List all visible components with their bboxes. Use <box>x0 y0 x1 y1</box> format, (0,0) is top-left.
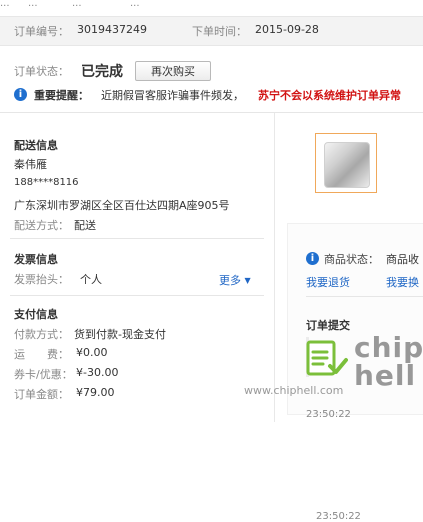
status-divider <box>306 296 423 297</box>
order-header-bar: 订单编号： 3019437249 下单时间： 2015-09-28 <box>0 16 423 46</box>
shipping-method-value: 配送 <box>74 219 96 232</box>
important-notice: i 重要提醒： 近期假冒客服诈骗事件频发， 苏宁不会以系统维护订单异常 <box>14 86 423 104</box>
total-label: 订单金额： <box>14 388 69 401</box>
coupon-label: 券卡/优惠： <box>14 368 73 381</box>
rebuy-button[interactable]: 再次购买 <box>135 61 211 81</box>
power-bank-image <box>324 142 370 188</box>
shipping-divider <box>10 238 264 239</box>
invoice-header-label: 发票抬头： <box>14 273 69 286</box>
invoice-divider <box>10 295 264 296</box>
chevron-down-icon: ▼ <box>244 276 251 285</box>
goods-status-value: 商品收 <box>386 253 419 266</box>
shipping-address: 广东深圳市罗湖区全区百仕达四期A座905号 <box>14 199 230 212</box>
notice-text: 近期假冒客服诈骗事件频发， <box>101 89 244 102</box>
order-time-value: 2015-09-28 <box>255 23 319 36</box>
invoice-title: 发票信息 <box>14 253 58 266</box>
shipping-method-label: 配送方式： <box>14 219 69 232</box>
shipping-phone: 188****8116 <box>14 177 79 188</box>
order-number-label: 订单编号： <box>14 25 69 38</box>
order-details-left: 配送信息 秦伟雁 188****8116 广东深圳市罗湖区全区百仕达四期A座90… <box>0 113 274 422</box>
order-time-label: 下单时间： <box>192 25 247 38</box>
info-icon: i <box>14 88 27 101</box>
chiphell-site: www.chiphell.com <box>244 384 344 397</box>
shipping-name: 秦伟雁 <box>14 158 47 171</box>
shipping-title: 配送信息 <box>14 139 58 152</box>
order-status-label: 订单状态： <box>14 65 69 78</box>
invoice-more-link[interactable]: 更多 ▼ <box>219 272 251 288</box>
exchange-link[interactable]: 我要换 <box>386 274 423 290</box>
breadcrumb-item[interactable]: ... <box>130 0 140 9</box>
info-icon: i <box>306 252 319 265</box>
notice-emphasis: 苏宁不会以系统维护订单异常 <box>258 89 401 102</box>
top-breadcrumb: ... ... ... ... <box>0 0 423 14</box>
invoice-header-value: 个人 <box>80 273 102 286</box>
document-icon <box>306 340 348 376</box>
return-link[interactable]: 我要退货 <box>306 274 350 290</box>
chiphell-watermark: chip hell www.chiphell.com <box>242 318 423 422</box>
chiphell-logo-text: chip hell <box>354 331 423 392</box>
order-status-row: 订单状态： 已完成 再次购买 <box>14 61 274 81</box>
order-status-value: 已完成 <box>81 64 123 80</box>
breadcrumb-item[interactable]: ... <box>28 0 38 9</box>
payment-title: 支付信息 <box>14 308 58 321</box>
timeline-time: 23:50:22 <box>316 511 361 522</box>
shipping-fee-label: 运 费： <box>14 348 69 361</box>
coupon-value: ¥-30.00 <box>76 366 119 379</box>
total-value: ¥79.00 <box>76 386 115 399</box>
payment-method-label: 付款方式： <box>14 328 69 341</box>
breadcrumb-item[interactable]: ... <box>72 0 82 9</box>
product-thumbnail[interactable] <box>315 133 377 193</box>
notice-title: 重要提醒： <box>34 89 89 102</box>
shipping-fee-value: ¥0.00 <box>76 346 108 359</box>
payment-method-value: 货到付款-现金支付 <box>74 328 166 341</box>
invoice-more-label: 更多 <box>219 274 241 287</box>
goods-status-label: 商品状态： <box>324 253 379 266</box>
order-number-value: 3019437249 <box>77 23 147 36</box>
breadcrumb-item[interactable]: ... <box>0 0 10 9</box>
